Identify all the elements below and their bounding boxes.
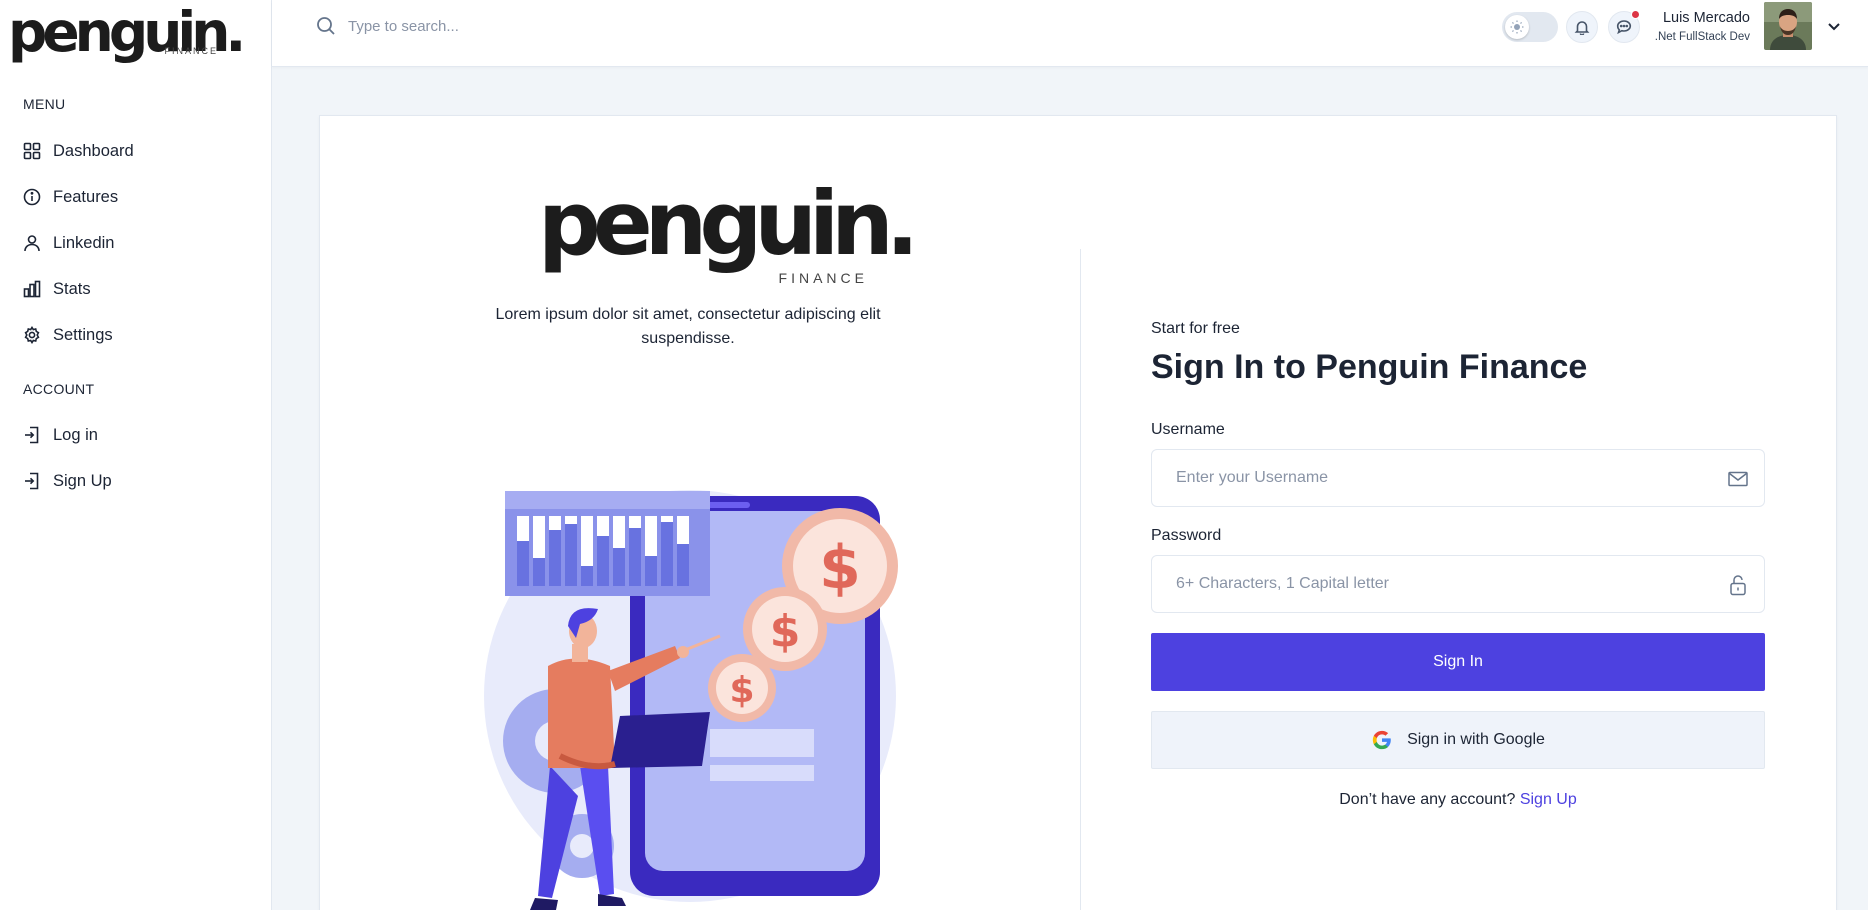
- user-name: Luis Mercado: [1662, 10, 1750, 26]
- notifications-button[interactable]: [1566, 11, 1598, 43]
- theme-toggle[interactable]: [1502, 12, 1558, 42]
- finance-illustration: $ $ $: [480, 466, 900, 910]
- password-label: Password: [1151, 527, 1222, 544]
- column-divider: [1080, 249, 1081, 910]
- sidebar-item-label: Dashboard: [53, 141, 134, 160]
- chat-icon: [1616, 20, 1632, 35]
- sidebar-item-login[interactable]: Log in: [23, 421, 98, 449]
- username-field-wrapper: [1151, 449, 1765, 507]
- info-icon: [23, 188, 41, 206]
- google-icon: [1372, 730, 1391, 750]
- sidebar-item-label: Sign Up: [53, 471, 112, 490]
- chevron-down-icon: [1828, 23, 1840, 31]
- messages-button[interactable]: [1608, 10, 1640, 43]
- signin-button[interactable]: Sign In: [1151, 633, 1765, 691]
- signup-link[interactable]: Sign Up: [1520, 791, 1577, 808]
- username-label: Username: [1151, 421, 1225, 438]
- login-icon: [25, 426, 39, 444]
- lock-icon: [1730, 575, 1746, 596]
- no-account-text: Don’t have any account?: [1339, 791, 1516, 808]
- brand-subtitle: FINANCE: [778, 270, 868, 286]
- sidebar-item-label: Log in: [53, 425, 98, 444]
- sidebar-item-signup[interactable]: Sign Up: [23, 467, 112, 495]
- username-input[interactable]: [1152, 450, 1764, 506]
- sidebar-item-label: Stats: [53, 279, 91, 298]
- form-kicker: Start for free: [1151, 320, 1240, 337]
- sidebar-item-dashboard[interactable]: Dashboard: [23, 137, 134, 165]
- google-signin-label: Sign in with Google: [1407, 731, 1545, 748]
- account-section-title: ACCOUNT: [23, 381, 95, 397]
- grid-icon: [23, 142, 41, 160]
- sidebar-item-stats[interactable]: Stats: [23, 275, 91, 303]
- user-role: .Net FullStack Dev: [1654, 31, 1750, 43]
- search-input[interactable]: [348, 17, 648, 35]
- tagline: Lorem ipsum dolor sit amet, consectetur …: [495, 306, 881, 347]
- sidebar-item-label: Settings: [53, 325, 113, 344]
- bar-chart-icon: [23, 280, 41, 298]
- svg-text:$: $: [819, 533, 861, 603]
- sidebar-item-linkedin[interactable]: Linkedin: [23, 229, 114, 257]
- sidebar-item-settings[interactable]: Settings: [23, 321, 113, 349]
- bell-icon: [1574, 21, 1590, 35]
- dollar-coin-icon: $: [708, 654, 776, 722]
- sidebar: penguin. FINANCE MENU Dashboard Features…: [0, 0, 272, 910]
- signup-icon: [25, 472, 39, 490]
- brand-wordmark: penguin.: [538, 172, 919, 275]
- menu-section-title: MENU: [23, 96, 66, 112]
- svg-text:$: $: [729, 670, 754, 711]
- sidebar-item-label: Linkedin: [53, 233, 115, 252]
- page-title: Sign In to Penguin Finance: [1151, 348, 1588, 386]
- brand-logo-large: penguin. FINANCE: [538, 174, 919, 287]
- signup-prompt: Don’t have any account? Sign Up: [1151, 791, 1765, 809]
- signin-card: penguin. FINANCE Lorem ipsum dolor sit a…: [319, 115, 1837, 910]
- top-header: Luis Mercado .Net FullStack Dev: [272, 0, 1868, 67]
- search-bar[interactable]: [316, 16, 648, 36]
- svg-text:$: $: [770, 606, 801, 657]
- mail-icon: [1728, 471, 1748, 487]
- signin-form: Start for free Sign In to Penguin Financ…: [1151, 320, 1765, 809]
- user-icon: [24, 235, 40, 252]
- user-menu-chevron[interactable]: [1826, 18, 1842, 34]
- google-signin-button[interactable]: Sign in with Google: [1151, 711, 1765, 769]
- search-icon: [317, 17, 335, 35]
- sun-icon: [1505, 15, 1529, 39]
- sidebar-item-features[interactable]: Features: [23, 183, 118, 211]
- notification-dot: [1631, 10, 1640, 19]
- gear-icon: [24, 326, 40, 344]
- password-input[interactable]: [1152, 556, 1764, 612]
- brand-logo[interactable]: penguin. FINANCE: [8, 2, 246, 62]
- password-field-wrapper: [1151, 555, 1765, 613]
- sidebar-item-label: Features: [53, 187, 119, 206]
- avatar[interactable]: [1764, 2, 1812, 50]
- brand-subtitle: FINANCE: [164, 46, 218, 56]
